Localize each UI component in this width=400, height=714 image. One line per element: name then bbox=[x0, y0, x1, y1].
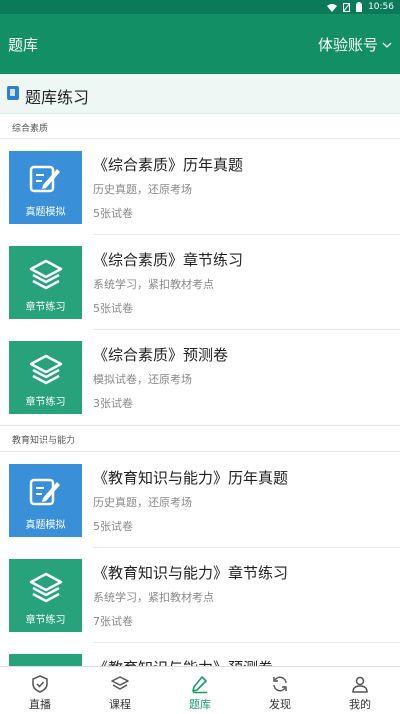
tab-profile[interactable]: 我的 bbox=[320, 667, 400, 714]
tab-label: 发现 bbox=[269, 698, 291, 711]
edit-icon bbox=[29, 165, 60, 193]
pencil-icon bbox=[192, 676, 207, 694]
battery-icon bbox=[356, 2, 363, 12]
item-title: 《教育知识与能力》历年真题 bbox=[93, 469, 289, 487]
refresh-icon bbox=[273, 676, 287, 692]
tab-discover[interactable]: 发现 bbox=[240, 667, 320, 714]
item-title: 《综合素质》章节练习 bbox=[93, 251, 244, 269]
group-divider bbox=[0, 138, 400, 139]
item-title: 《教育知识与能力》章节练习 bbox=[93, 564, 289, 582]
status-icons: 10:56 bbox=[327, 1, 394, 13]
item-count: 5张试卷 bbox=[93, 302, 133, 315]
item-description: 系统学习，紧扣教材考点 bbox=[93, 278, 214, 291]
item-thumbnail: 章节练习 bbox=[9, 246, 82, 319]
list-item[interactable]: 章节练习 《综合素质》章节练习 系统学习，紧扣教材考点 5张试卷 bbox=[0, 235, 400, 330]
group-label: 教育知识与能力 bbox=[12, 436, 76, 446]
layers-icon bbox=[29, 354, 62, 385]
list-item[interactable]: 真题模拟 《综合素质》历年真题 历史真题，还原考场 5张试卷 bbox=[0, 140, 400, 235]
group-divider bbox=[0, 451, 400, 452]
tab-label: 题库 bbox=[189, 698, 211, 711]
item-thumbnail: 章节练习 bbox=[9, 559, 82, 632]
section-header: 题库练习 bbox=[0, 74, 400, 114]
item-count: 5张试卷 bbox=[93, 207, 133, 220]
item-description: 历史真题，还原考场 bbox=[93, 183, 192, 196]
item-thumbnail: 章节练习 bbox=[9, 341, 82, 414]
tab-question-bank[interactable]: 题库 bbox=[160, 667, 240, 714]
section-title: 题库练习 bbox=[25, 88, 90, 107]
item-description: 历史真题，还原考场 bbox=[93, 496, 192, 509]
tab-label: 课程 bbox=[109, 698, 131, 711]
account-label: 体验账号 bbox=[317, 36, 378, 54]
edit-icon bbox=[29, 478, 60, 506]
page-title: 题库 bbox=[8, 36, 39, 54]
bottom-tab-bar: 直播 课程 题库 发现 我的 bbox=[0, 666, 400, 714]
wifi-icon bbox=[327, 3, 338, 12]
thumbnail-caption: 章节练习 bbox=[25, 397, 66, 408]
item-description: 系统学习，紧扣教材考点 bbox=[93, 591, 214, 604]
chevron-down-icon bbox=[382, 42, 392, 48]
thumbnail-caption: 真题模拟 bbox=[25, 520, 66, 531]
group-label: 综合素质 bbox=[12, 124, 49, 134]
item-title: 《综合素质》预测卷 bbox=[93, 346, 229, 364]
thumbnail-caption: 章节练习 bbox=[25, 302, 66, 313]
tab-courses[interactable]: 课程 bbox=[80, 667, 160, 714]
group-divider bbox=[0, 425, 400, 426]
status-bar: 10:56 bbox=[0, 0, 400, 14]
item-thumbnail: 真题模拟 bbox=[9, 464, 82, 537]
no-sim-icon bbox=[343, 2, 351, 12]
list-item[interactable]: 真题模拟 《教育知识与能力》历年真题 历史真题，还原考场 5张试卷 bbox=[0, 453, 400, 548]
layers-icon bbox=[111, 676, 129, 690]
item-description: 模拟试卷，还原考场 bbox=[93, 373, 192, 386]
app-bar: 题库 体验账号 bbox=[0, 14, 400, 74]
item-thumbnail: 真题模拟 bbox=[9, 151, 82, 224]
book-icon bbox=[7, 86, 19, 100]
item-count: 7张试卷 bbox=[93, 615, 133, 628]
list-item[interactable]: 章节练习 《综合素质》预测卷 模拟试卷，还原考场 3张试卷 bbox=[0, 330, 400, 425]
layers-icon bbox=[29, 259, 62, 290]
list-item[interactable]: 章节练习 《教育知识与能力》章节练习 系统学习，紧扣教材考点 7张试卷 bbox=[0, 548, 400, 643]
status-time: 10:56 bbox=[368, 2, 394, 12]
account-switcher[interactable]: 体验账号 bbox=[318, 34, 392, 55]
tab-live[interactable]: 直播 bbox=[0, 667, 80, 714]
item-count: 3张试卷 bbox=[93, 397, 133, 410]
tab-label: 直播 bbox=[29, 698, 51, 711]
item-count: 5张试卷 bbox=[93, 520, 133, 533]
user-icon bbox=[352, 676, 368, 693]
thumbnail-caption: 章节练习 bbox=[25, 615, 66, 626]
tab-label: 我的 bbox=[349, 698, 371, 711]
thumbnail-caption: 真题模拟 bbox=[25, 207, 66, 218]
shield-icon bbox=[32, 675, 48, 693]
item-title: 《综合素质》历年真题 bbox=[93, 156, 244, 174]
layers-icon bbox=[29, 572, 62, 603]
